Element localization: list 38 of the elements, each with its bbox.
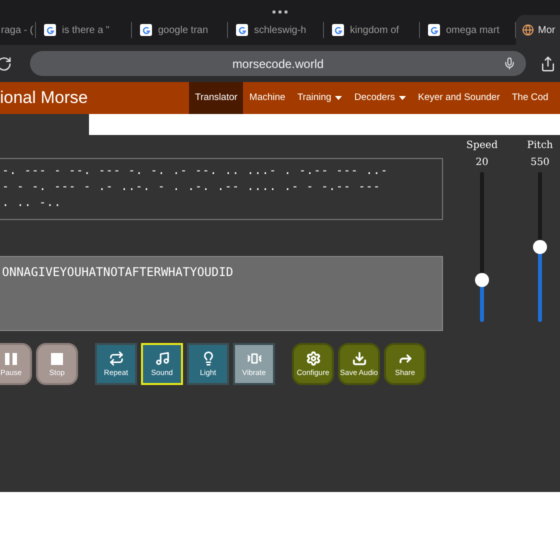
browser-tab[interactable]: google tran — [132, 22, 228, 38]
text-input[interactable]: ONNAGIVEYOUHATNOTAFTERWHATYOUDID — [0, 256, 443, 331]
settings-icon — [306, 351, 320, 366]
reload-icon[interactable] — [0, 56, 12, 72]
vibrate-icon — [246, 351, 262, 366]
nav-link[interactable]: The Cod — [506, 82, 554, 114]
slider-reading: 20 — [476, 156, 488, 170]
address-bar[interactable]: morsecode.world — [30, 51, 526, 76]
vertical-slider[interactable] — [474, 172, 490, 322]
nav-link[interactable]: Machine — [243, 82, 292, 114]
slider-reading: 550 — [530, 156, 550, 170]
browser-tab[interactable]: raga - ( — [0, 22, 36, 38]
microphone-icon[interactable] — [503, 57, 516, 70]
slider-label: Pitch — [527, 139, 553, 153]
pause-icon — [4, 352, 18, 366]
nav-link[interactable]: Decoders — [348, 82, 412, 114]
slider-label: Speed — [466, 139, 498, 153]
nav-link[interactable]: Training — [291, 82, 348, 114]
browser-tab[interactable]: Mor — [516, 15, 560, 45]
browser-tab[interactable]: kingdom of — [324, 22, 420, 38]
slider-thumb[interactable] — [533, 240, 547, 254]
caret-icon — [399, 96, 406, 100]
download-icon — [352, 351, 366, 366]
nav-link[interactable]: Keyer and Sounder — [412, 82, 506, 114]
slider-thumb[interactable] — [475, 273, 489, 287]
browser-tab[interactable]: is there a " — [36, 22, 132, 38]
vertical-slider[interactable] — [532, 172, 548, 322]
nav-link[interactable]: Translator — [189, 82, 244, 114]
stop-icon — [50, 352, 64, 366]
site-title: ional Morse — [0, 87, 89, 110]
browser-tab[interactable]: omega mart — [420, 22, 516, 38]
caret-icon — [335, 96, 342, 100]
share-icon[interactable] — [540, 56, 556, 72]
more-dots-icon[interactable] — [272, 10, 288, 14]
music-note-icon — [154, 351, 170, 366]
browser-tab[interactable]: schleswig-h — [228, 22, 324, 38]
morse-output: -. --- - --. --- -. -. .- --. .. ...- . -.-- --- ..- - - -. --- - .- ..-. - . .-. .-- .... .- - -.-- --- . .. -.. — [0, 158, 443, 220]
repeat-icon — [108, 351, 124, 366]
